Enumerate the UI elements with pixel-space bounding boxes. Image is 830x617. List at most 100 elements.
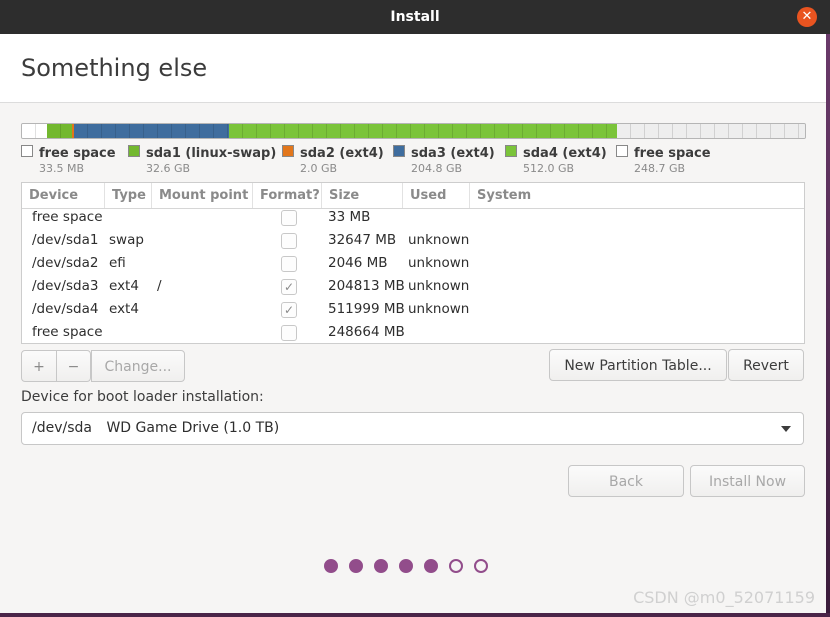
- legend-size: 33.5 MB: [39, 162, 85, 175]
- format-checkbox[interactable]: [281, 256, 297, 272]
- legend-swatch: [616, 145, 628, 157]
- cell-device: /dev/sda2: [32, 255, 99, 271]
- legend-item: sda4 (ext4) 512.0 GB: [505, 145, 607, 175]
- column-header-type[interactable]: Type: [105, 183, 152, 208]
- progress-dot: [324, 559, 338, 573]
- bootloader-device-select[interactable]: /dev/sda WD Game Drive (1.0 TB): [21, 412, 804, 445]
- table-row[interactable]: /dev/sda1 swap 32647 MB unknown: [22, 229, 804, 252]
- progress-dot: [449, 559, 463, 573]
- cell-device: /dev/sda1: [32, 232, 99, 248]
- column-header-format[interactable]: Format?: [253, 183, 322, 208]
- legend-item: free space 33.5 MB: [21, 145, 116, 175]
- add-partition-button[interactable]: +: [21, 350, 57, 382]
- partition-bar-segment: [47, 124, 73, 138]
- cell-size: 2046 MB: [328, 255, 388, 271]
- legend-item: free space 248.7 GB: [616, 145, 711, 175]
- partition-bar-segment: [228, 124, 617, 138]
- progress-dot: [374, 559, 388, 573]
- cell-device: /dev/sda4: [32, 301, 99, 317]
- progress-dot: [474, 559, 488, 573]
- cell-used: unknown: [408, 232, 470, 248]
- cell-size: 511999 MB: [328, 301, 405, 317]
- legend-swatch: [21, 145, 33, 157]
- window-title: Install: [390, 9, 440, 25]
- cell-type: efi: [109, 255, 126, 271]
- cell-device: /dev/sda3: [32, 278, 99, 294]
- progress-dots: [324, 559, 488, 573]
- progress-dot: [399, 559, 413, 573]
- legend-name: sda4 (ext4): [523, 146, 607, 161]
- partition-bar-segment: [73, 124, 229, 138]
- progress-dot: [424, 559, 438, 573]
- remove-partition-button[interactable]: −: [56, 350, 91, 382]
- column-header-used[interactable]: Used: [403, 183, 470, 208]
- cell-device: free space: [32, 324, 103, 340]
- column-header-size[interactable]: Size: [322, 183, 403, 208]
- legend-name: sda3 (ext4): [411, 146, 495, 161]
- cell-type: swap: [109, 232, 144, 248]
- chevron-down-icon: [781, 426, 791, 432]
- legend-name: sda1 (linux-swap): [146, 146, 277, 161]
- bootloader-device-description: WD Game Drive (1.0 TB): [106, 420, 280, 436]
- cell-size: 248664 MB: [328, 324, 405, 340]
- legend-swatch: [393, 145, 405, 157]
- table-row[interactable]: /dev/sda4 ext4 511999 MB unknown ✓: [22, 298, 804, 321]
- page-header: Something else: [0, 34, 830, 103]
- progress-dot: [349, 559, 363, 573]
- legend-size: 512.0 GB: [523, 162, 575, 175]
- cell-mount: /: [157, 278, 162, 294]
- format-checkbox[interactable]: ✓: [281, 302, 297, 318]
- cell-type: ext4: [109, 278, 139, 294]
- desktop-edge: [826, 34, 830, 617]
- back-button[interactable]: Back: [568, 465, 684, 497]
- desktop-edge-bottom: [0, 613, 830, 617]
- legend-item: sda2 (ext4) 2.0 GB: [282, 145, 384, 175]
- close-icon[interactable]: ✕: [797, 7, 817, 27]
- window-titlebar: Install ✕: [0, 0, 830, 34]
- table-row[interactable]: free space 33 MB: [22, 206, 804, 229]
- cell-used: unknown: [408, 301, 470, 317]
- legend-size: 2.0 GB: [300, 162, 338, 175]
- format-checkbox[interactable]: [281, 233, 297, 249]
- cell-size: 32647 MB: [328, 232, 397, 248]
- partition-bar: [21, 123, 806, 139]
- table-row[interactable]: /dev/sda3 ext4 / 204813 MB unknown ✓: [22, 275, 804, 298]
- partition-bar-segment: [22, 124, 48, 138]
- format-checkbox[interactable]: ✓: [281, 279, 297, 295]
- cell-size: 204813 MB: [328, 278, 405, 294]
- legend-size: 204.8 GB: [411, 162, 463, 175]
- format-checkbox[interactable]: [281, 325, 297, 341]
- page-title: Something else: [21, 54, 208, 82]
- legend-item: sda3 (ext4) 204.8 GB: [393, 145, 495, 175]
- column-header-device[interactable]: Device: [22, 183, 105, 208]
- new-partition-table-button[interactable]: New Partition Table...: [549, 349, 727, 381]
- legend-item: sda1 (linux-swap) 32.6 GB: [128, 145, 276, 175]
- install-now-button[interactable]: Install Now: [690, 465, 805, 497]
- revert-button[interactable]: Revert: [728, 349, 804, 381]
- legend-name: free space: [634, 146, 711, 161]
- cell-type: ext4: [109, 301, 139, 317]
- legend-swatch: [505, 145, 517, 157]
- watermark: CSDN @m0_52071159: [633, 588, 815, 607]
- legend-size: 32.6 GB: [146, 162, 191, 175]
- cell-device: free space: [32, 209, 103, 225]
- column-header-mount-point[interactable]: Mount point: [152, 183, 253, 208]
- partition-bar-segment: [616, 124, 805, 138]
- legend-swatch: [128, 145, 140, 157]
- table-row[interactable]: /dev/sda2 efi 2046 MB unknown: [22, 252, 804, 275]
- legend-name: free space: [39, 146, 116, 161]
- bootloader-label: Device for boot loader installation:: [21, 389, 264, 405]
- partition-table[interactable]: Device Type Mount point Format? Size Use…: [21, 182, 805, 344]
- bootloader-device: /dev/sda: [32, 420, 92, 436]
- cell-size: 33 MB: [328, 209, 371, 225]
- legend-size: 248.7 GB: [634, 162, 686, 175]
- column-header-system[interactable]: System: [470, 183, 804, 208]
- legend-name: sda2 (ext4): [300, 146, 384, 161]
- cell-used: unknown: [408, 278, 470, 294]
- legend-swatch: [282, 145, 294, 157]
- format-checkbox[interactable]: [281, 210, 297, 226]
- partition-legend: free space 33.5 MB sda1 (linux-swap) 32.6 G…: [21, 145, 811, 177]
- table-row[interactable]: free space 248664 MB: [22, 321, 804, 344]
- cell-used: unknown: [408, 255, 470, 271]
- change-partition-button[interactable]: Change...: [91, 350, 185, 382]
